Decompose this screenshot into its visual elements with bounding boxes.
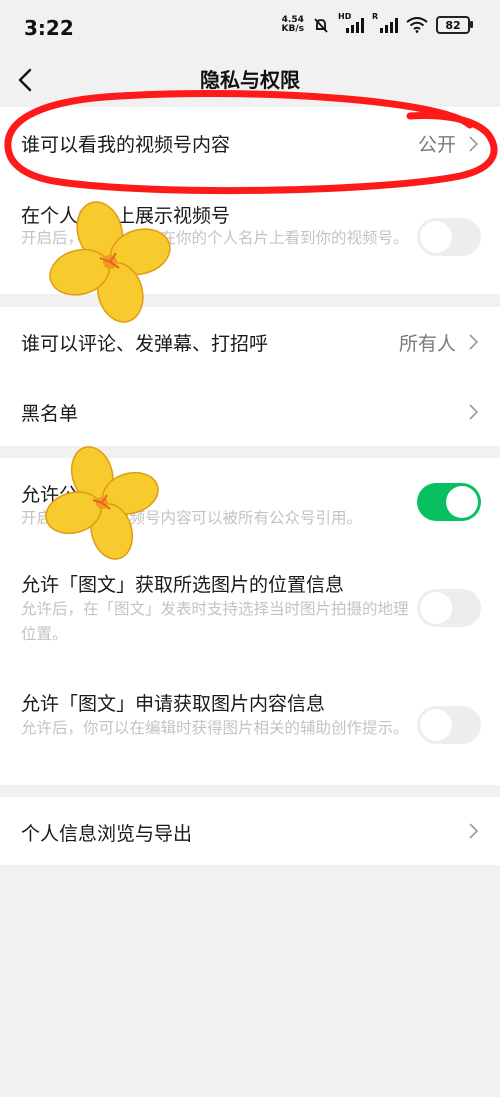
wifi-icon (406, 17, 428, 33)
toggle-knob (446, 486, 478, 518)
interaction-card: 谁可以评论、发弹幕、打招呼 所有人 黑名单 (0, 307, 500, 446)
blacklist-row[interactable]: 黑名单 (0, 376, 500, 446)
comment-permission-label: 谁可以评论、发弹幕、打招呼 (21, 333, 269, 355)
allow-location-label: 允许「图文」获取所选图片的位置信息 (21, 574, 345, 596)
chevron-right-icon (469, 334, 479, 350)
permissions-card: 允许公众号引用 开启后，你的视频号内容可以被所有公众号引用。 允许「图文」获取所… (0, 458, 500, 785)
comment-permission-value: 所有人 (398, 333, 456, 355)
allow-content-row: 允许「图文」申请获取图片内容信息 允许后，你可以在编辑时获得图片相关的辅助创作提… (0, 665, 500, 785)
show-on-card-description: 开启后，其他人可以在你的个人名片上看到你的视频号。 (21, 229, 409, 247)
export-label: 个人信息浏览与导出 (21, 823, 193, 845)
show-on-card-toggle[interactable] (417, 218, 481, 256)
sim1-tag: HD (338, 12, 352, 21)
allow-content-description: 允许后，你可以在编辑时获得图片相关的辅助创作提示。 (21, 719, 409, 737)
status-bar: 3:22 4.54 KB/s HD R 82 (0, 0, 500, 56)
show-on-card-row: 在个人名片上展示视频号 开启后，其他人可以在你的个人名片上看到你的视频号。 (0, 181, 500, 294)
video-visibility-card: 谁可以看我的视频号内容 公开 在个人名片上展示视频号 开启后，其他人可以在你的个… (0, 107, 500, 294)
chevron-right-icon (469, 136, 479, 152)
comment-permission-row[interactable]: 谁可以评论、发弹幕、打招呼 所有人 (0, 307, 500, 376)
signal-sim1-icon: HD (338, 12, 364, 33)
battery-icon: 82 (436, 16, 473, 34)
page-title: 隐私与权限 (200, 68, 300, 92)
export-card: 个人信息浏览与导出 (0, 797, 500, 865)
battery-level: 82 (445, 18, 461, 32)
allow-content-toggle[interactable] (417, 706, 481, 744)
signal-sim2-icon: R (372, 12, 398, 33)
allow-location-description: 允许后，在「图文」发表时支持选择当时图片拍摄的地理位置。 (21, 600, 409, 643)
who-can-see-label: 谁可以看我的视频号内容 (21, 134, 231, 156)
blacklist-label: 黑名单 (21, 403, 79, 425)
allow-quote-label: 允许公众号引用 (21, 484, 155, 506)
sim2-tag: R (372, 12, 379, 21)
nav-bar: 隐私与权限 (0, 56, 500, 106)
toggle-knob (420, 592, 452, 624)
show-on-card-label: 在个人名片上展示视频号 (21, 205, 231, 227)
who-can-see-value: 公开 (417, 134, 456, 156)
network-speed: 4.54 KB/s (282, 16, 304, 34)
allow-quote-description: 开启后，你的视频号内容可以被所有公众号引用。 (21, 509, 363, 527)
toggle-knob (420, 221, 452, 253)
allow-location-row: 允许「图文」获取所选图片的位置信息 允许后，在「图文」发表时支持选择当时图片拍摄… (0, 550, 500, 665)
chevron-right-icon (469, 404, 479, 420)
who-can-see-row[interactable]: 谁可以看我的视频号内容 公开 (0, 107, 500, 181)
allow-location-toggle[interactable] (417, 589, 481, 627)
mute-bell-icon (314, 18, 328, 33)
allow-content-label: 允许「图文」申请获取图片内容信息 (21, 693, 326, 715)
allow-quote-row: 允许公众号引用 开启后，你的视频号内容可以被所有公众号引用。 (0, 458, 500, 550)
export-row[interactable]: 个人信息浏览与导出 (0, 797, 500, 865)
status-time: 3:22 (24, 16, 74, 40)
chevron-right-icon (469, 823, 479, 839)
allow-quote-toggle[interactable] (417, 483, 481, 521)
status-icons: 4.54 KB/s HD R 82 (282, 12, 473, 34)
network-speed-unit: KB/s (281, 24, 304, 34)
toggle-knob (420, 709, 452, 741)
